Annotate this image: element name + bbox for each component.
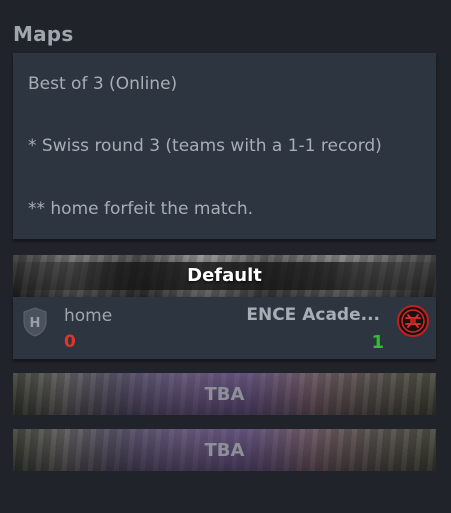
maps-section-title: Maps [13,22,74,46]
map-banner-3[interactable]: TBA [13,429,436,471]
match-info-box: Best of 3 (Online) * Swiss round 3 (team… [13,53,436,239]
team-right-name[interactable]: ENCE Acade... [246,305,380,325]
map-name-label: TBA [204,440,245,461]
match-round-note: * Swiss round 3 (teams with a 1-1 record… [28,136,382,156]
ence-logo-icon[interactable] [397,305,429,337]
home-logo-letter: H [30,316,41,331]
match-forfeit-note: ** home forfeit the match. [28,199,254,219]
team-right-score: 1 [371,332,384,353]
team-left-name[interactable]: home [64,306,112,326]
team-left-score: 0 [64,332,76,352]
map-banner-1[interactable]: Default [13,255,436,297]
map-banner-2[interactable]: TBA [13,373,436,415]
match-format-text: Best of 3 (Online) [28,74,178,94]
map-result-row: H home 0 ENCE Acade... 1 [13,297,436,359]
home-team-logo-icon[interactable]: H [22,307,48,337]
map-name-label: TBA [204,384,245,405]
map-name-label: Default [187,265,262,286]
